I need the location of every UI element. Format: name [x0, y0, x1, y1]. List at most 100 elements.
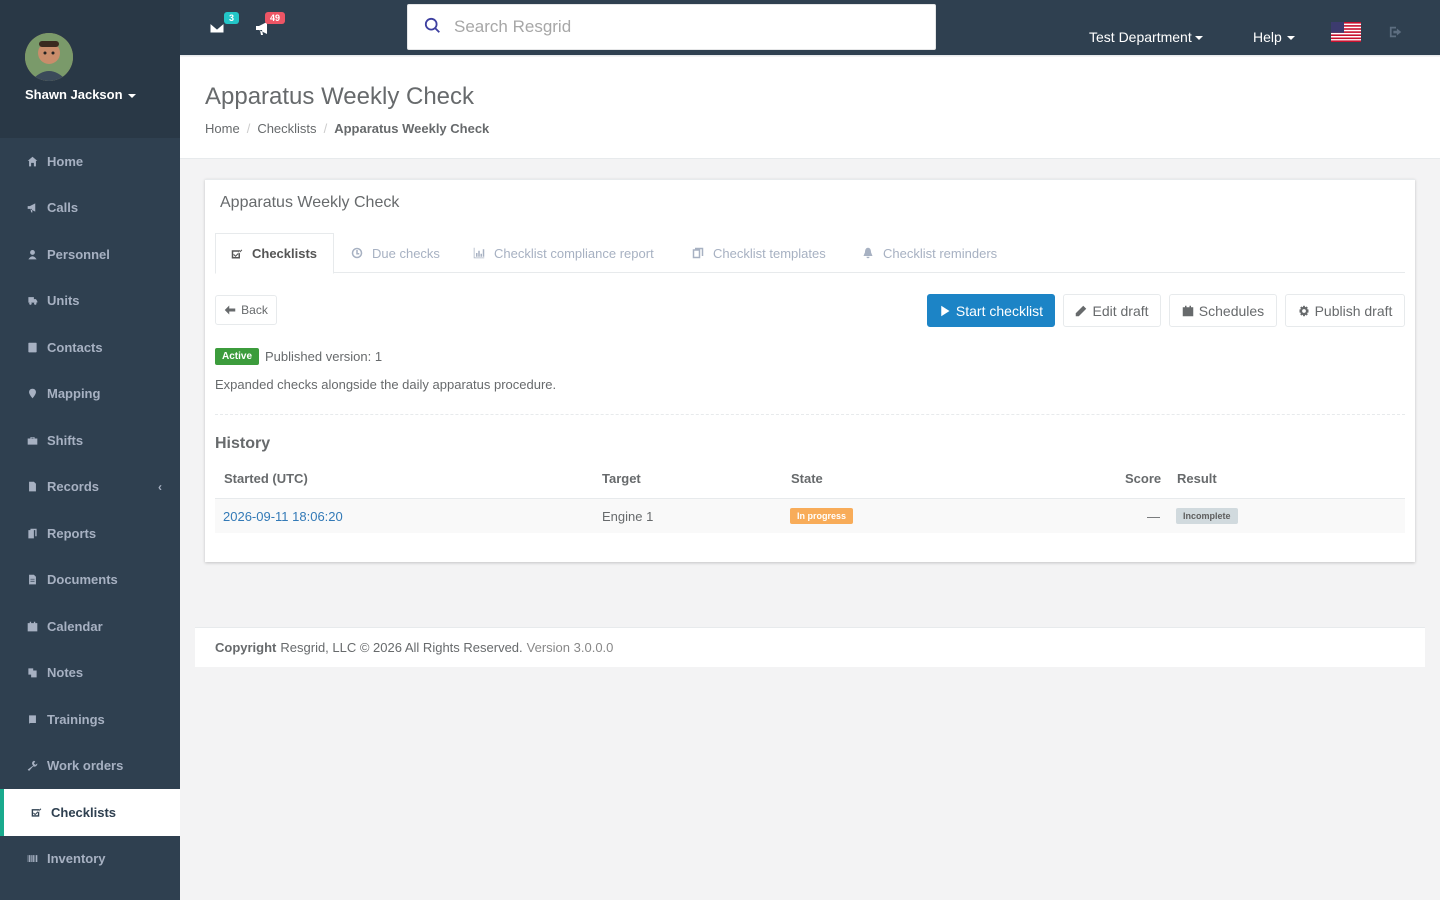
alerts-button[interactable]: 49 [255, 12, 285, 39]
sidebar-item-label: Trainings [47, 711, 105, 727]
profile-panel: Shawn Jackson [0, 0, 180, 138]
started-link[interactable]: 2026-09-11 18:06:20 [223, 509, 343, 524]
wrench-icon [25, 759, 39, 773]
sidebar-item-units[interactable]: Units [0, 278, 180, 325]
sidebar-item-label: Checklists [51, 804, 117, 820]
search-field[interactable] [407, 4, 936, 50]
help-dropdown[interactable]: Help [1253, 29, 1295, 45]
sidebar-item-calls[interactable]: Calls [0, 185, 180, 232]
sidebar-item-label: Contacts [47, 339, 103, 355]
footer-copyright: Copyright [215, 640, 277, 655]
checklist-description: Expanded checks alongside the daily appa… [215, 377, 557, 392]
sidebar-item-label: Shifts [47, 432, 84, 448]
start-label: Start checklist [955, 302, 1044, 319]
report-icon [25, 526, 39, 540]
alerts-count-badge: 49 [264, 12, 285, 24]
sidebar: Shawn Jackson Home Calls Personnel Units… [0, 0, 180, 900]
department-label: Test Department [1089, 29, 1192, 45]
start-checklist-button[interactable]: Start checklist [927, 294, 1055, 327]
messages-button[interactable]: 3 [209, 12, 239, 38]
score-cell: — [1147, 509, 1160, 524]
sidebar-item-notes[interactable]: Notes [0, 650, 180, 697]
page-heading: Apparatus Weekly Check Home / Checklists / A… [180, 57, 1440, 159]
sidebar-item-personnel[interactable]: Personnel [0, 231, 180, 278]
page-title: Apparatus Weekly Check [205, 83, 475, 110]
sidebar-item-records[interactable]: Records ‹ [0, 464, 180, 511]
back-button[interactable]: Back [215, 295, 277, 325]
avatar[interactable] [25, 33, 73, 81]
sidebar-item-shifts[interactable]: Shifts [0, 417, 180, 464]
footer: Copyright Resgrid, LLC © 2026 All Rights… [195, 627, 1425, 667]
sidebar-item-trainings[interactable]: Trainings [0, 696, 180, 743]
checklist-card: Apparatus Weekly Check Checklists Due ch… [205, 179, 1415, 562]
result-badge: Incomplete [1176, 508, 1238, 524]
breadcrumb-home[interactable]: Home [205, 121, 240, 136]
published-version: Published version: 1 [265, 349, 383, 364]
file-icon [25, 480, 39, 494]
sidebar-item-inventory[interactable]: Inventory [0, 836, 180, 883]
nav-menu: Home Calls Personnel Units Contacts Mapp… [0, 138, 180, 882]
sidebar-item-checklists[interactable]: Checklists [0, 789, 180, 836]
breadcrumb-checklists[interactable]: Checklists [257, 121, 316, 136]
column-header-score: Score [1125, 471, 1162, 486]
divider [215, 414, 1405, 415]
sidebar-item-label: Home [47, 153, 84, 169]
sidebar-item-documents[interactable]: Documents [0, 557, 180, 604]
sidebar-item-mapping[interactable]: Mapping [0, 371, 180, 418]
copy-icon [692, 247, 704, 259]
caret-down-icon [1194, 36, 1203, 41]
checklist-icon [29, 805, 43, 819]
arrow-left-icon [224, 305, 236, 315]
edit-draft-button[interactable]: Edit draft [1063, 294, 1161, 327]
gear-icon [1299, 305, 1309, 316]
us-flag-icon[interactable] [1331, 22, 1361, 42]
user-name: Shawn Jackson [25, 87, 123, 102]
footer-version: Version 3.0.0.0 [526, 640, 614, 655]
user-icon [25, 247, 39, 261]
help-label: Help [1253, 29, 1282, 45]
bullhorn-icon [25, 201, 39, 215]
sidebar-item-calendar[interactable]: Calendar [0, 603, 180, 650]
tab-due-checks[interactable]: Due checks [351, 233, 440, 273]
card-title: Apparatus Weekly Check [220, 194, 400, 211]
tab-bar: Checklists Due checks Checklist complian… [215, 233, 1405, 274]
bar-chart-icon [473, 247, 485, 259]
search-icon [424, 17, 442, 38]
user-menu[interactable]: Shawn Jackson [25, 87, 136, 102]
publish-draft-button[interactable]: Publish draft [1285, 294, 1405, 327]
sidebar-item-label: Records [47, 479, 100, 495]
sidebar-item-contacts[interactable]: Contacts [0, 324, 180, 371]
sidebar-item-label: Units [47, 293, 80, 309]
truck-icon [25, 294, 39, 308]
sidebar-item-label: Reports [47, 525, 97, 541]
schedules-button[interactable]: Schedules [1169, 294, 1277, 327]
book-icon [25, 712, 39, 726]
sidebar-item-label: Work orders [47, 758, 124, 774]
bell-icon [863, 247, 873, 259]
play-icon [941, 305, 950, 316]
column-header-state: State [791, 471, 823, 486]
pencil-icon [1076, 305, 1087, 316]
tab-reminders[interactable]: Checklist reminders [862, 233, 997, 273]
tab-compliance-report[interactable]: Checklist compliance report [473, 233, 654, 273]
schedules-label: Schedules [1198, 302, 1265, 319]
sidebar-item-reports[interactable]: Reports [0, 510, 180, 557]
tab-checklists[interactable]: Checklists [215, 233, 334, 274]
sidebar-item-work-orders[interactable]: Work orders [0, 743, 180, 790]
sidebar-item-label: Mapping [47, 386, 101, 402]
logout-icon[interactable] [1389, 25, 1403, 39]
calendar-icon [25, 619, 39, 633]
department-dropdown[interactable]: Test Department [1089, 29, 1203, 45]
bullhorn-icon [255, 22, 271, 39]
back-label: Back [241, 303, 268, 317]
tab-label: Checklist reminders [883, 245, 998, 261]
breadcrumb-current: Apparatus Weekly Check [334, 121, 490, 136]
status-badge: Active [215, 348, 260, 365]
sidebar-item-home[interactable]: Home [0, 138, 180, 185]
search-input[interactable] [454, 17, 914, 37]
tab-templates[interactable]: Checklist templates [692, 233, 826, 273]
sidebar-item-label: Calls [47, 200, 79, 216]
column-header-started: Started (UTC) [224, 471, 308, 486]
edit-label: Edit draft [1092, 302, 1149, 319]
messages-count-badge: 3 [223, 12, 239, 24]
